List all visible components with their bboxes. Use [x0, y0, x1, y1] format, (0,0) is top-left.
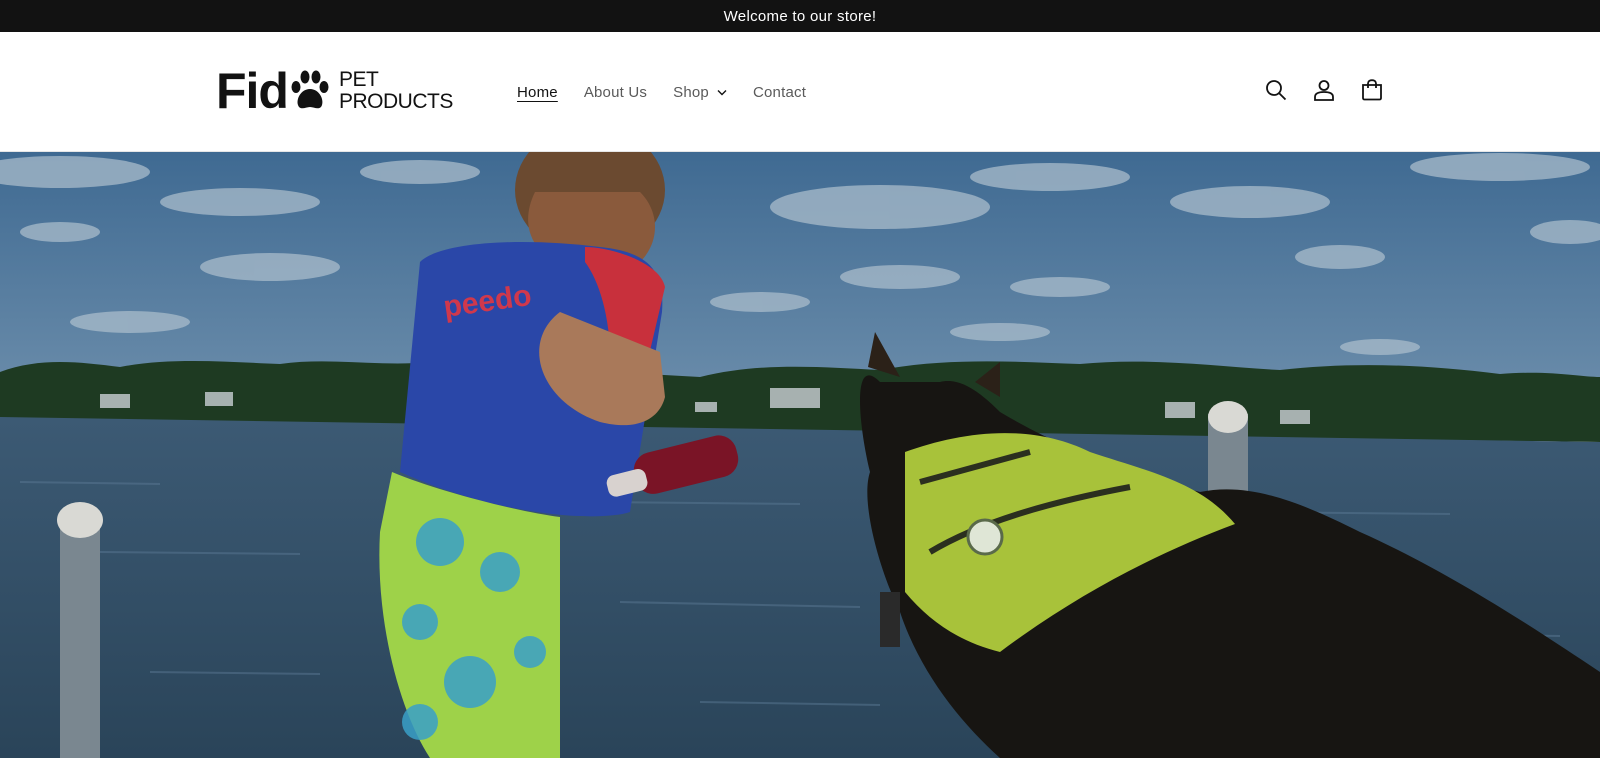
- logo-wordmark: Fid: [216, 63, 289, 119]
- paw-icon: [291, 70, 329, 109]
- site-header: Fid PET PRODUCTS Home About Us Shop Cont…: [0, 32, 1600, 152]
- nav-item-shop[interactable]: Shop: [673, 84, 727, 101]
- announcement-bar: Welcome to our store!: [0, 0, 1600, 32]
- search-button[interactable]: [1262, 76, 1290, 104]
- logo-subtitle-line1: PET: [338, 68, 379, 91]
- hero-image: peedo: [0, 152, 1600, 758]
- header-icons: [1262, 76, 1386, 104]
- nav-item-contact[interactable]: Contact: [753, 84, 806, 101]
- nav-item-about-us[interactable]: About Us: [584, 84, 647, 101]
- account-button[interactable]: [1310, 76, 1338, 104]
- main-nav: Home About Us Shop Contact: [517, 32, 832, 152]
- announcement-text: Welcome to our store!: [723, 7, 877, 25]
- cart-button[interactable]: [1358, 76, 1386, 104]
- cart-icon: [1362, 79, 1382, 101]
- chevron-down-icon: [717, 89, 727, 95]
- logo-subtitle: PET PRODUCTS: [339, 69, 453, 113]
- search-icon: [1266, 80, 1287, 101]
- hero-banner: peedo: [0, 152, 1600, 758]
- account-icon: [1314, 80, 1334, 101]
- nav-item-home[interactable]: Home: [517, 84, 558, 101]
- store-logo[interactable]: Fid PET PRODUCTS: [216, 66, 453, 116]
- logo-subtitle-line2: PRODUCTS: [338, 90, 453, 113]
- nav-item-shop-label: Shop: [673, 83, 709, 101]
